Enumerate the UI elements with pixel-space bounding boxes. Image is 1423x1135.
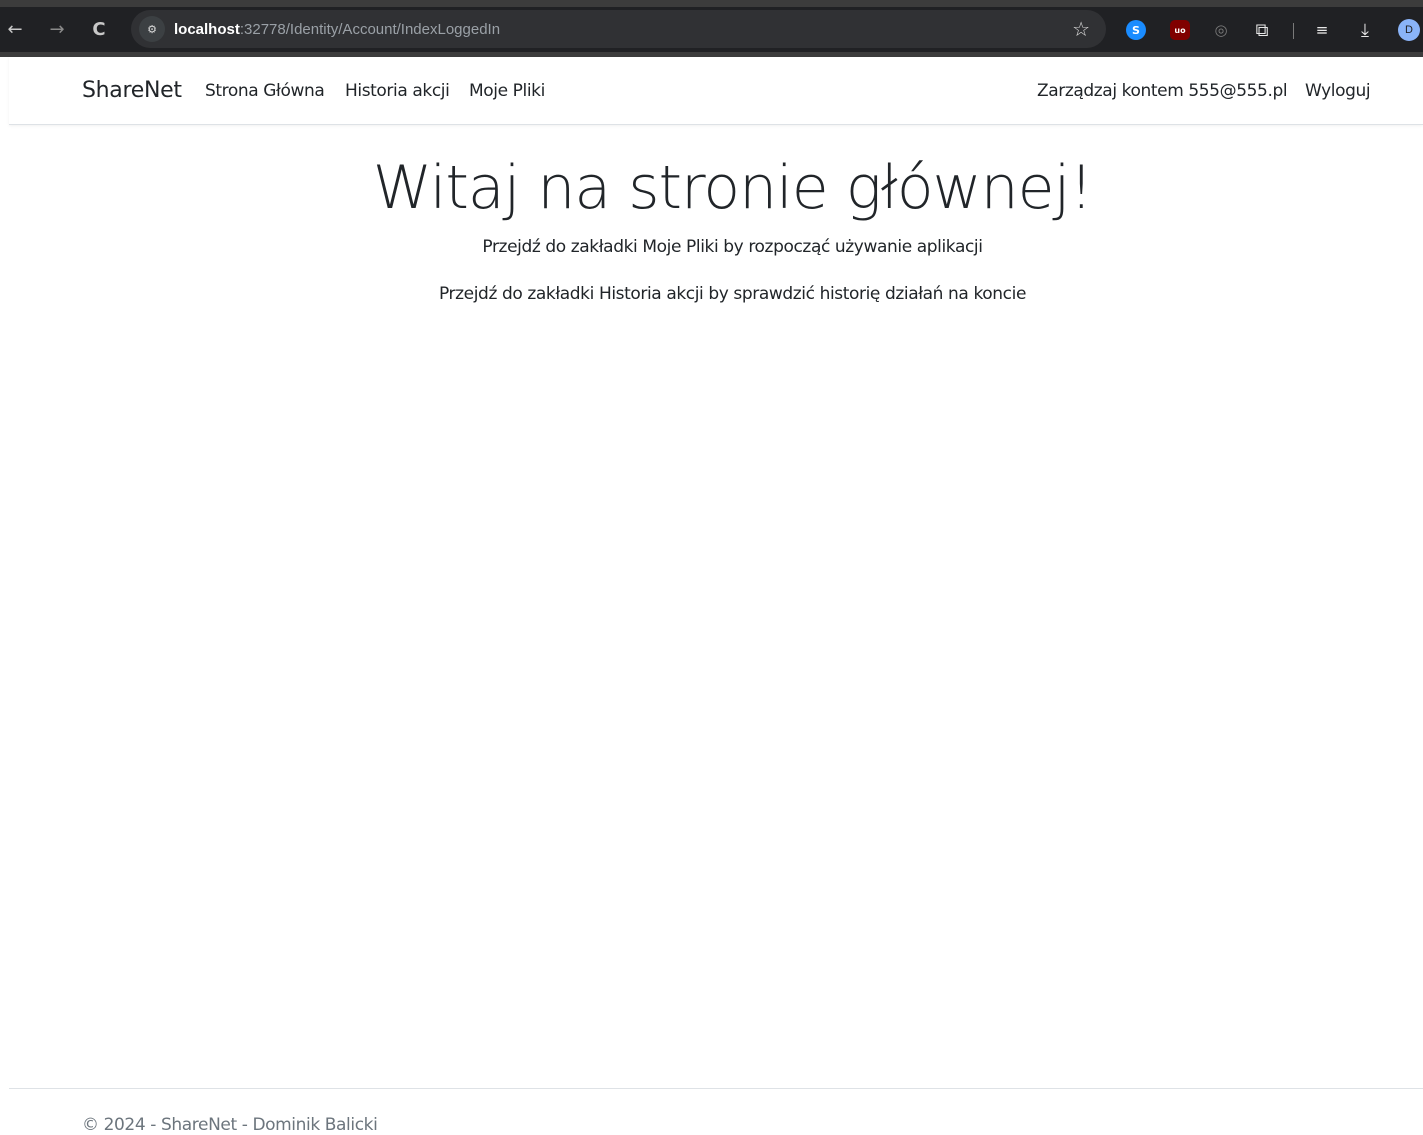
- ublock-extension-icon[interactable]: uo: [1170, 20, 1190, 40]
- page-footer: © 2024 - ShareNet - Dominik Balicki: [9, 1088, 1423, 1135]
- intro-text-history: Przejdź do zakładki Historia akcji by sp…: [439, 284, 1026, 304]
- main-content: Witaj na stronie głównej! Przejdź do zak…: [9, 125, 1423, 1088]
- back-arrow-icon[interactable]: ←: [0, 19, 30, 40]
- url-host: localhost: [174, 20, 240, 38]
- address-bar[interactable]: ⚙ localhost:32778/Identity/Account/Index…: [131, 10, 1106, 48]
- footer-copyright: © 2024 - ShareNet - Dominik Balicki: [82, 1115, 378, 1135]
- reload-icon[interactable]: C: [84, 19, 114, 40]
- browser-toolbar: ← → C ⚙ localhost:32778/Identity/Account…: [0, 7, 1423, 52]
- page-title: Witaj na stronie głównej!: [372, 153, 1094, 223]
- brand-link[interactable]: ShareNet: [82, 78, 182, 103]
- browser-window-frame: ← → C ⚙ localhost:32778/Identity/Account…: [0, 0, 1423, 57]
- nav-link-home[interactable]: Strona Główna: [205, 81, 325, 101]
- extension-disabled-icon[interactable]: ◎: [1211, 20, 1231, 40]
- forward-arrow-icon[interactable]: →: [42, 19, 72, 40]
- toolbar-separator: [1293, 23, 1294, 39]
- bookmark-star-icon[interactable]: ☆: [1072, 17, 1090, 41]
- extensions-puzzle-icon[interactable]: ⧉: [1252, 20, 1272, 41]
- nav-link-my-files[interactable]: Moje Pliki: [469, 81, 545, 101]
- profile-avatar[interactable]: D: [1398, 19, 1420, 41]
- app-navbar: ShareNet Strona Główna Historia akcji Mo…: [9, 57, 1423, 125]
- site-info-icon[interactable]: ⚙: [139, 16, 165, 42]
- url-text[interactable]: localhost:32778/Identity/Account/IndexLo…: [174, 21, 500, 38]
- manage-account-link[interactable]: Zarządzaj kontem 555@555.pl: [1037, 81, 1288, 101]
- nav-link-history[interactable]: Historia akcji: [345, 81, 450, 101]
- logout-link[interactable]: Wyloguj: [1305, 81, 1371, 101]
- download-icon[interactable]: ⤓: [1355, 20, 1375, 41]
- media-controls-icon[interactable]: ≡: [1312, 20, 1332, 40]
- extension-s-icon[interactable]: S: [1126, 20, 1146, 40]
- url-path: :32778/Identity/Account/IndexLoggedIn: [239, 20, 501, 38]
- intro-text-files: Przejdź do zakładki Moje Pliki by rozpoc…: [482, 237, 983, 257]
